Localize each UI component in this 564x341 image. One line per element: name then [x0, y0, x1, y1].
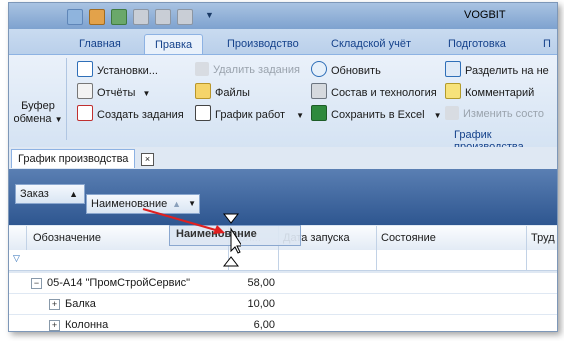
- row-qty: 6,00: [253, 319, 275, 331]
- app-title: VOGBIT: [464, 9, 506, 21]
- sort-asc-icon: ▲: [69, 189, 78, 199]
- qat-tools-icon[interactable]: [89, 9, 105, 25]
- close-icon[interactable]: ×: [141, 153, 154, 166]
- row-qty: 58,00: [247, 277, 275, 289]
- composition-technology-button[interactable]: Состав и технология: [311, 83, 437, 101]
- delete-icon: [195, 62, 209, 76]
- row-qty: 10,00: [247, 298, 275, 310]
- comment-button[interactable]: Комментарий: [445, 83, 534, 101]
- refresh-button[interactable]: Обновить: [311, 61, 381, 79]
- refresh-icon: [311, 61, 327, 77]
- files-button[interactable]: Файлы: [195, 83, 250, 101]
- delete-tasks-button[interactable]: Удалить задания: [195, 61, 300, 79]
- split-button[interactable]: Разделить на не: [445, 61, 549, 79]
- qat-paste-icon[interactable]: [177, 9, 193, 25]
- save-excel-button[interactable]: Сохранить в Excel ▼: [311, 105, 442, 123]
- row-name: Колонна: [65, 319, 109, 331]
- clipboard-group[interactable]: [11, 58, 67, 140]
- comment-icon: [445, 83, 461, 99]
- document-tab[interactable]: График производства: [11, 149, 136, 168]
- report-icon: [77, 83, 93, 99]
- column-move-indicator-icon: [222, 213, 241, 267]
- folder-icon: [195, 83, 211, 99]
- tab-production[interactable]: Производство: [217, 34, 309, 54]
- column-header-state[interactable]: Состояние: [377, 226, 527, 250]
- group-chip-order[interactable]: Заказ ▲: [15, 184, 85, 204]
- schedule-icon: [195, 105, 211, 121]
- collapse-icon[interactable]: −: [31, 278, 42, 289]
- chevron-down-icon: ▼: [54, 115, 63, 124]
- split-icon: [445, 61, 461, 77]
- filter-cell-state[interactable]: [377, 250, 527, 270]
- qat-cut-icon[interactable]: [155, 9, 171, 25]
- expand-icon[interactable]: +: [49, 299, 60, 310]
- filter-cell-start-date[interactable]: [279, 250, 377, 270]
- wrench-icon: [311, 83, 327, 99]
- chevron-down-icon: ▼: [433, 111, 442, 120]
- tab-edit[interactable]: Правка: [144, 34, 204, 55]
- tab-preparation[interactable]: Подготовка: [438, 34, 516, 54]
- row-name: 05-А14 "ПромСтройСервис": [47, 277, 191, 289]
- calendar-icon: [77, 105, 93, 121]
- clipboard-button[interactable]: Буфер обмена ▼: [13, 100, 63, 126]
- expand-icon[interactable]: +: [49, 320, 60, 331]
- column-header-labor[interactable]: Труд: [527, 226, 557, 250]
- chevron-down-icon: ▼: [142, 89, 151, 98]
- tab-home[interactable]: Главная: [69, 34, 131, 54]
- tab-more[interactable]: П: [533, 34, 557, 54]
- qat-customize-icon[interactable]: ▼: [205, 10, 214, 20]
- clipboard-label: Буфер обмена: [13, 100, 55, 125]
- row-name: Балка: [65, 298, 96, 310]
- create-tasks-button[interactable]: Создать задания: [77, 105, 184, 123]
- filter-icon[interactable]: ▽: [13, 253, 20, 264]
- row-indicator-header: [9, 226, 27, 250]
- chevron-down-icon: ▼: [296, 111, 305, 120]
- tab-warehouse[interactable]: Складской учёт: [321, 34, 421, 54]
- application-window: ▼ VOGBIT Главная Правка Производство Скл…: [8, 2, 558, 332]
- qat-copy-icon[interactable]: [133, 9, 149, 25]
- change-state-icon: [445, 106, 459, 120]
- reports-button[interactable]: Отчёты ▼: [77, 83, 150, 101]
- work-schedule-button[interactable]: График работ ▼: [195, 105, 304, 123]
- table-row[interactable]: + Балка 10,00: [9, 294, 557, 314]
- table-row[interactable]: + Колонна 6,00: [9, 315, 557, 331]
- change-state-button[interactable]: Изменить состо: [445, 105, 544, 123]
- filter-cell-designation[interactable]: [27, 250, 229, 270]
- qat-settings-icon[interactable]: [67, 9, 83, 25]
- settings-icon: [77, 61, 93, 77]
- settings-button[interactable]: Установки...: [77, 61, 158, 79]
- qat-exit-icon[interactable]: [111, 9, 127, 25]
- excel-icon: [311, 105, 327, 121]
- table-row[interactable]: − 05-А14 "ПромСтройСервис" 58,00: [9, 273, 557, 293]
